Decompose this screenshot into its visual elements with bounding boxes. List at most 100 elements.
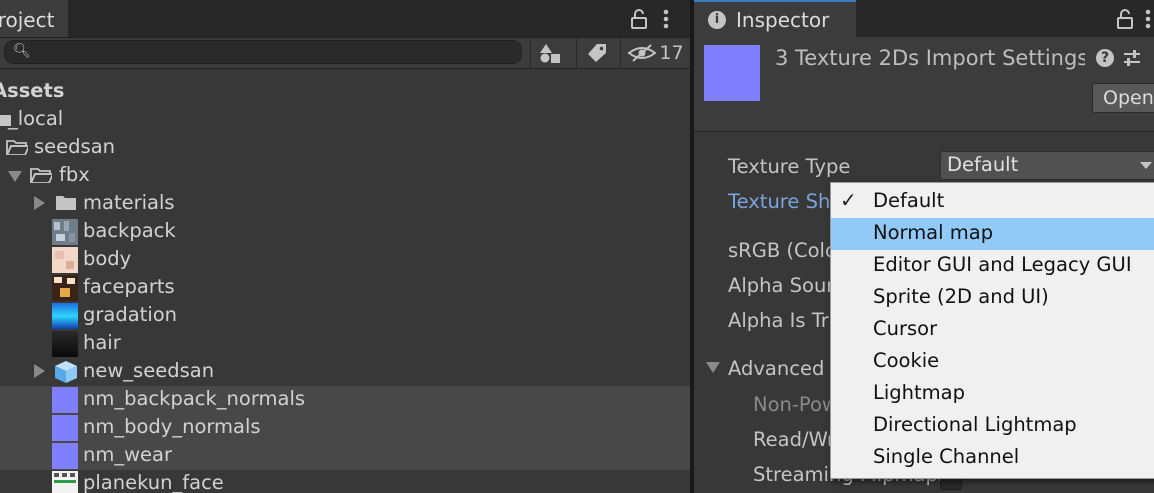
collapse-arrow-icon[interactable] — [34, 364, 45, 378]
advanced-foldout-arrow-icon[interactable] — [706, 362, 720, 373]
menu-item-label: Default — [873, 189, 945, 212]
menu-item-label: Cookie — [873, 349, 940, 372]
tree-item-label: hair — [83, 331, 121, 354]
tree-item-nm-backpack-normals[interactable]: nm_backpack_normals — [0, 386, 690, 414]
tree-item-label: nm_backpack_normals — [83, 387, 306, 410]
project-tab-bar: Project — [0, 0, 690, 38]
tree-item-label: Assets — [0, 79, 65, 102]
info-icon: i — [708, 11, 726, 29]
tree-item-planekun-face[interactable]: planekun_face — [0, 470, 690, 493]
menu-item-label: Sprite (2D and UI) — [873, 285, 1049, 308]
lock-icon[interactable] — [630, 9, 648, 29]
texture-type-dropdown-menu: ✓ Default Normal map Editor GUI and Lega… — [830, 182, 1154, 479]
search-icon: 🔍︎ — [13, 43, 31, 59]
tree-item-label: faceparts — [83, 275, 175, 298]
menu-item-label: Normal map — [873, 221, 994, 244]
toggle-hidden-button[interactable]: 17 — [620, 38, 690, 68]
tree-item-local[interactable]: _local — [0, 106, 690, 134]
filter-by-type-button[interactable] — [530, 38, 568, 68]
tree-item-hair[interactable]: hair — [0, 330, 690, 358]
tree-item-label: new_seedsan — [83, 359, 215, 382]
check-icon: ✓ — [840, 188, 857, 212]
tree-item-label: materials — [83, 191, 175, 214]
open-button[interactable]: Open — [1092, 83, 1154, 113]
menu-item-cursor[interactable]: Cursor — [831, 314, 1154, 346]
tree-item-body[interactable]: body — [0, 246, 690, 274]
tag-icon — [587, 44, 606, 62]
inspector-header: 3 Texture 2Ds Import Settings ? Open — [694, 37, 1154, 132]
menu-item-label: Cursor — [873, 317, 938, 340]
menu-item-editor-gui[interactable]: Editor GUI and Legacy GUI — [831, 250, 1154, 282]
texture-thumbnail-icon — [52, 471, 78, 493]
texture-thumbnail-icon — [52, 331, 78, 357]
texture-thumbnail-icon — [52, 303, 78, 329]
menu-item-default[interactable]: ✓ Default — [831, 186, 1154, 218]
menu-item-label: Directional Lightmap — [873, 413, 1077, 436]
tree-item-label: body — [83, 247, 132, 270]
expand-arrow-icon[interactable] — [8, 171, 22, 182]
menu-item-cookie[interactable]: Cookie — [831, 346, 1154, 378]
tree-item-materials[interactable]: materials — [0, 190, 690, 218]
menu-item-label: Single Channel — [873, 445, 1020, 468]
tab-inspector-label: Inspector — [736, 8, 830, 32]
menu-item-sprite[interactable]: Sprite (2D and UI) — [831, 282, 1154, 314]
tab-inspector[interactable]: i Inspector — [694, 0, 856, 37]
tree-item-label: nm_body_normals — [83, 415, 261, 438]
tree-item-label: backpack — [83, 219, 176, 242]
project-toolbar: 🔍︎ 17 — [0, 38, 690, 69]
tree-item-label: planekun_face — [83, 471, 224, 493]
collapse-arrow-icon[interactable] — [34, 196, 45, 210]
texture-thumbnail-icon — [52, 247, 78, 273]
tab-project-label: Project — [0, 8, 55, 32]
model-prefab-icon — [55, 361, 77, 383]
tree-item-label: nm_wear — [83, 443, 173, 466]
more-menu-icon[interactable] — [1144, 8, 1152, 30]
texture-type-dropdown[interactable]: Default — [940, 151, 1154, 180]
filter-by-label-button[interactable] — [576, 38, 616, 68]
tree-item-nm-wear[interactable]: nm_wear — [0, 442, 690, 470]
tree-item-fbx[interactable]: fbx — [0, 162, 690, 190]
lock-icon[interactable] — [1116, 9, 1134, 29]
folder-open-icon — [6, 140, 28, 155]
presets-sliders-icon[interactable] — [1122, 48, 1142, 68]
normal-map-thumbnail-icon — [52, 415, 78, 441]
tree-item-faceparts[interactable]: faceparts — [0, 274, 690, 302]
texture-type-value: Default — [947, 153, 1019, 176]
menu-item-label: Lightmap — [873, 381, 965, 404]
tree-item-seedsan[interactable]: seedsan — [0, 134, 690, 162]
tree-item-new-seedsan[interactable]: new_seedsan — [0, 358, 690, 386]
eye-slash-icon — [627, 44, 658, 62]
inspector-title: 3 Texture 2Ds Import Settings — [775, 46, 1085, 70]
folder-open-icon — [30, 168, 52, 183]
menu-item-normal-map[interactable]: Normal map — [831, 218, 1154, 250]
tree-item-assets[interactable]: Assets — [0, 78, 690, 106]
folder-icon — [56, 196, 76, 210]
search-input[interactable]: 🔍︎ — [4, 40, 522, 64]
help-icon[interactable]: ? — [1096, 49, 1114, 67]
menu-item-label: Editor GUI and Legacy GUI — [873, 253, 1132, 276]
tree-item-label: gradation — [83, 303, 178, 326]
hidden-count: 17 — [659, 42, 684, 64]
tree-item-label: fbx — [59, 163, 90, 186]
tree-item-nm-body-normals[interactable]: nm_body_normals — [0, 414, 690, 442]
texture-type-label: Texture Type — [728, 155, 851, 178]
tab-project[interactable]: Project — [0, 0, 68, 37]
tree-item-gradation[interactable]: gradation — [0, 302, 690, 330]
texture-thumbnail-icon — [52, 275, 78, 301]
normal-map-thumbnail-icon — [52, 443, 78, 469]
menu-item-single-channel[interactable]: Single Channel — [831, 442, 1154, 474]
advanced-foldout-label[interactable]: Advanced — [728, 357, 824, 380]
project-tree: Assets _local seedsan fbx — [0, 69, 690, 493]
normal-map-thumbnail-icon — [52, 387, 78, 413]
tree-item-label: _local — [8, 107, 64, 130]
more-menu-icon[interactable] — [662, 8, 670, 30]
menu-item-lightmap[interactable]: Lightmap — [831, 378, 1154, 410]
tree-item-label: seedsan — [34, 135, 115, 158]
texture-preview-thumbnail — [704, 45, 760, 101]
inspector-tab-bar: i Inspector — [694, 0, 1154, 37]
chevron-down-icon — [1140, 162, 1152, 169]
tree-item-backpack[interactable]: backpack — [0, 218, 690, 246]
texture-thumbnail-icon — [52, 219, 78, 245]
menu-item-directional-lightmap[interactable]: Directional Lightmap — [831, 410, 1154, 442]
shapes-icon — [539, 44, 560, 63]
